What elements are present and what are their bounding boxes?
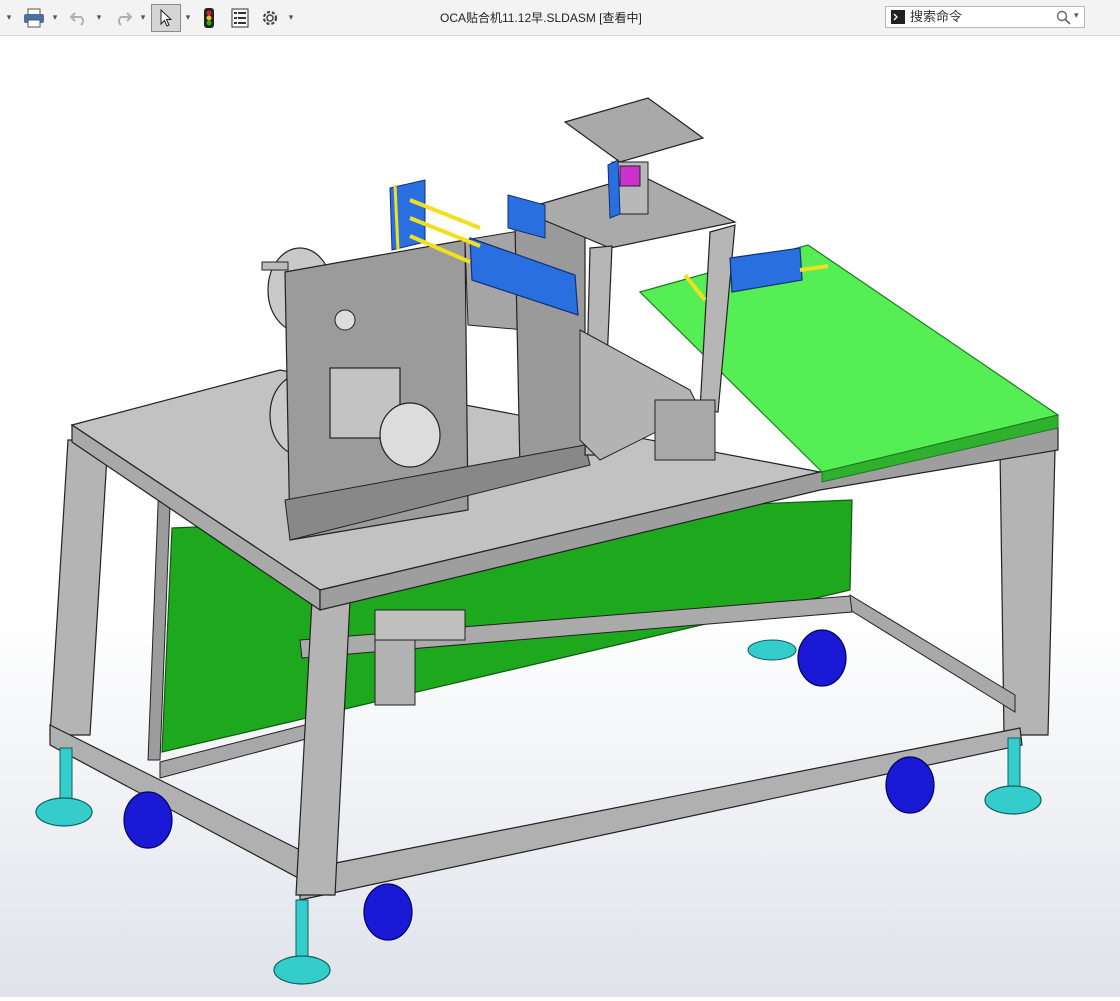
search-icon[interactable] (1056, 10, 1071, 25)
print-dropdown-icon[interactable]: ▾ (50, 8, 60, 28)
select-icon[interactable] (151, 4, 181, 32)
search-box[interactable]: ▾ (885, 6, 1085, 28)
options-icon[interactable] (258, 5, 282, 31)
print-icon[interactable] (20, 5, 48, 31)
select-dropdown-icon[interactable]: ▾ (183, 8, 193, 28)
machine-model-render (0, 36, 1120, 997)
redo-dropdown-icon[interactable]: ▾ (138, 8, 148, 28)
search-input[interactable] (910, 9, 1050, 25)
file-properties-icon[interactable] (228, 5, 252, 31)
rebuild-icon[interactable] (198, 5, 220, 31)
command-prompt-icon (891, 10, 905, 24)
menu-expand-arrow-icon[interactable]: ▾ (4, 8, 14, 28)
options-dropdown-icon[interactable]: ▾ (286, 8, 296, 28)
redo-icon[interactable] (110, 5, 136, 31)
title-bar: ▾ ▾ ▾ ▾ ▾ ▾ OCA贴合机11.12早.SLDASM [查看中] ▾ (0, 0, 1120, 36)
graphics-area[interactable] (0, 36, 1120, 997)
undo-dropdown-icon[interactable]: ▾ (94, 8, 104, 28)
window-title: OCA贴合机11.12早.SLDASM [查看中] (440, 11, 642, 25)
search-dropdown-icon[interactable]: ▾ (1074, 11, 1079, 21)
undo-icon[interactable] (66, 5, 92, 31)
